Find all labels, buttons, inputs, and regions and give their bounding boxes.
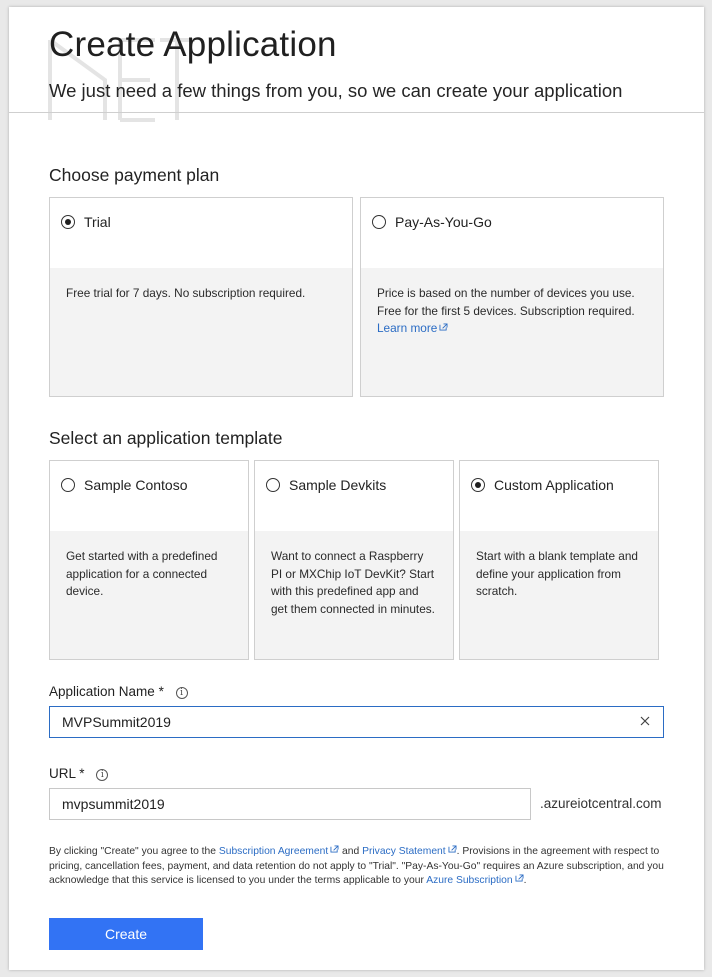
url-label-text: URL xyxy=(49,766,76,781)
clear-icon[interactable] xyxy=(639,715,651,727)
create-button[interactable]: Create xyxy=(49,918,203,950)
sample-contoso-label: Sample Contoso xyxy=(84,477,188,493)
privacy-statement-label: Privacy Statement xyxy=(362,846,446,857)
payg-description: Price is based on the number of devices … xyxy=(361,268,663,338)
custom-application-description: Start with a blank template and define y… xyxy=(476,549,638,598)
sample-devkits-label: Sample Devkits xyxy=(289,477,387,493)
subscription-agreement-label: Subscription Agreement xyxy=(218,846,329,857)
template-card-sample-contoso[interactable]: Sample Contoso Get started with a predef… xyxy=(49,460,249,660)
privacy-statement-link[interactable]: Privacy Statement xyxy=(362,845,457,857)
legal-text: By clicking "Create" you agree to the Su… xyxy=(49,845,669,889)
plan-card-trial[interactable]: Trial Free trial for 7 days. No subscrip… xyxy=(49,197,353,397)
template-card-sample-devkits[interactable]: Sample Devkits Want to connect a Raspber… xyxy=(254,460,454,660)
sample-contoso-description: Get started with a predefined applicatio… xyxy=(66,549,218,598)
trial-description: Free trial for 7 days. No subscription r… xyxy=(66,286,306,300)
url-input[interactable]: mvpsummit2019 xyxy=(49,788,531,820)
app-name-label: Application Name * i xyxy=(49,684,188,699)
external-link-icon xyxy=(330,845,339,853)
header-divider xyxy=(9,112,704,113)
payg-description-text: Price is based on the number of devices … xyxy=(377,286,635,318)
page-title: Create Application xyxy=(49,25,337,64)
app-name-value: MVPSummit2019 xyxy=(62,714,171,730)
required-mark: * xyxy=(158,684,164,699)
info-icon[interactable]: i xyxy=(96,769,109,781)
template-label: Select an application template xyxy=(49,428,283,448)
sample-devkits-radio[interactable] xyxy=(266,478,280,492)
payg-radio[interactable] xyxy=(372,215,386,229)
sample-devkits-description: Want to connect a Raspberry PI or MXChip… xyxy=(271,549,435,616)
azure-subscription-label: Azure Subscription xyxy=(426,875,513,887)
payment-plan-label: Choose payment plan xyxy=(49,165,220,185)
url-suffix: .azureiotcentral.com xyxy=(540,796,662,811)
info-icon[interactable]: i xyxy=(175,687,188,699)
page-subtitle: We just need a few things from you, so w… xyxy=(49,80,623,101)
payg-label: Pay-As-You-Go xyxy=(395,214,492,230)
azure-subscription-link[interactable]: Azure Subscription xyxy=(426,874,524,887)
external-link-icon xyxy=(515,874,524,882)
trial-radio[interactable] xyxy=(61,215,75,229)
create-application-panel: Create Application We just need a few th… xyxy=(9,7,704,970)
legal-part2: and xyxy=(339,846,363,857)
app-name-label-text: Application Name xyxy=(49,684,155,699)
template-card-custom-application[interactable]: Custom Application Start with a blank te… xyxy=(459,460,659,660)
custom-application-radio[interactable] xyxy=(471,478,485,492)
learn-more-label: Learn more xyxy=(377,321,438,335)
app-name-input[interactable]: MVPSummit2019 xyxy=(49,706,664,738)
subscription-agreement-link[interactable]: Subscription Agreement xyxy=(218,845,339,857)
legal-part1: By clicking "Create" you agree to the xyxy=(49,846,219,857)
url-value: mvpsummit2019 xyxy=(62,796,165,812)
external-link-icon xyxy=(448,845,457,853)
required-mark: * xyxy=(79,766,85,781)
sample-contoso-radio[interactable] xyxy=(61,478,75,492)
custom-application-label: Custom Application xyxy=(494,477,614,493)
legal-part4: . xyxy=(523,875,527,887)
plan-card-payg[interactable]: Pay-As-You-Go Price is based on the numb… xyxy=(360,197,664,397)
url-label: URL * i xyxy=(49,766,109,781)
learn-more-link[interactable]: Learn more xyxy=(377,321,448,335)
trial-label: Trial xyxy=(84,214,111,230)
external-link-icon xyxy=(439,323,448,331)
